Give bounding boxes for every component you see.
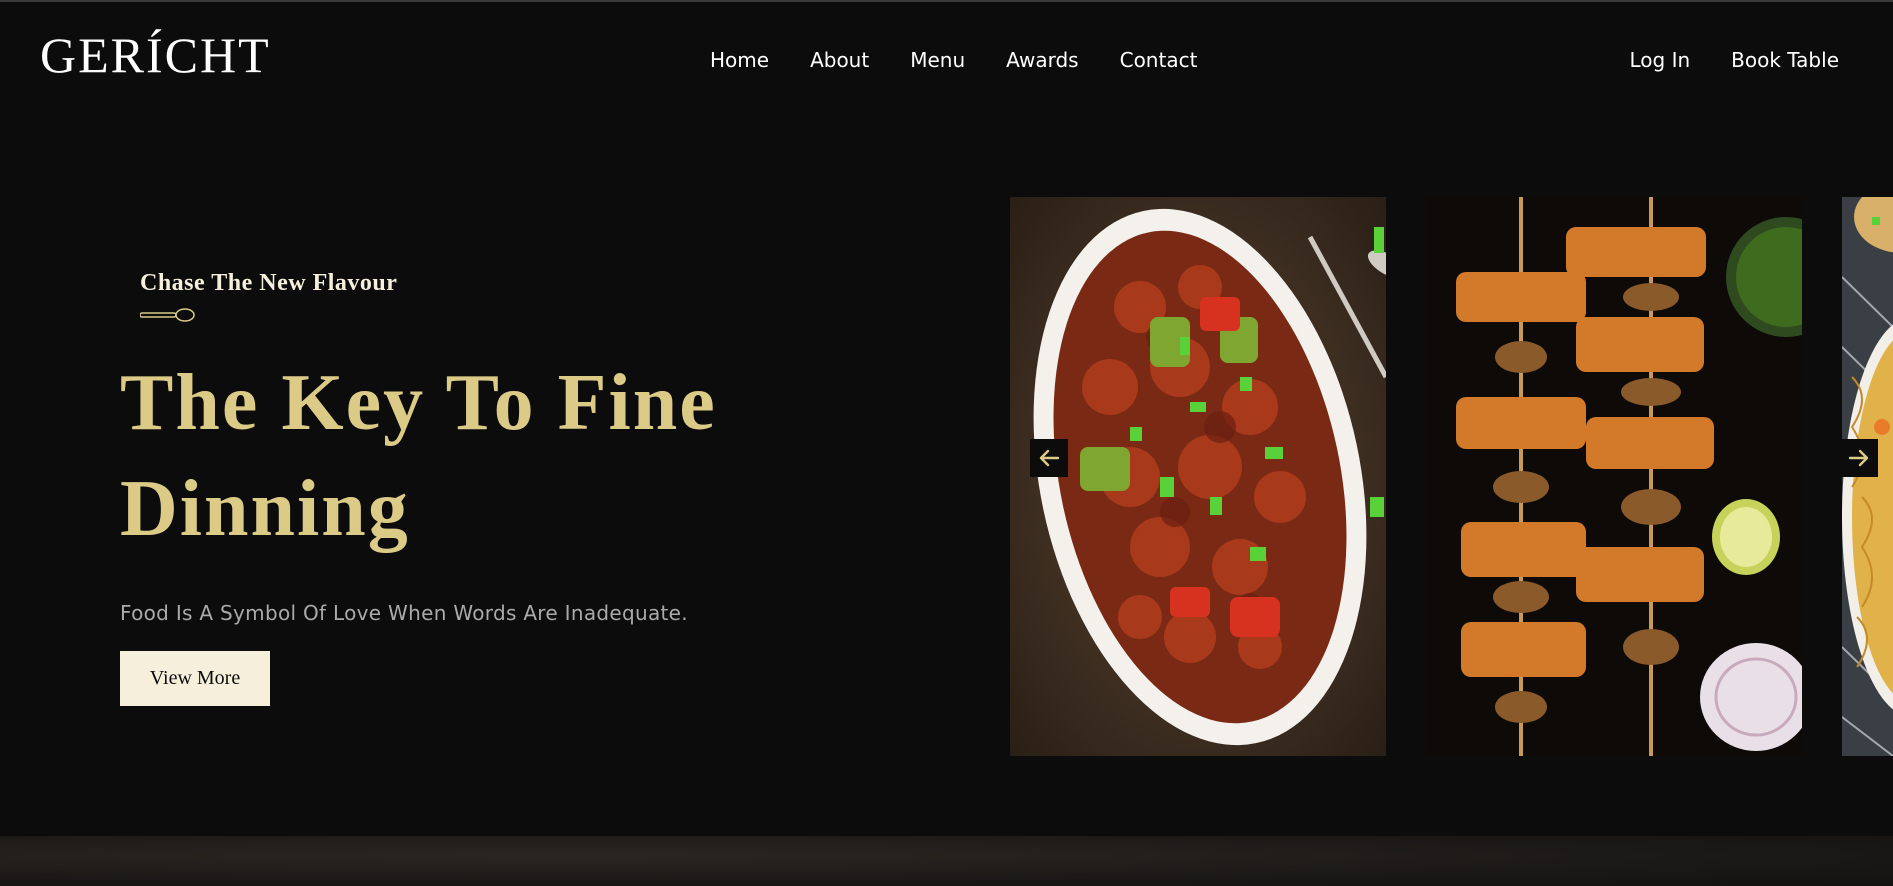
textured-section-background (0, 836, 1893, 886)
hero-heading-line2: Dinning (120, 465, 410, 553)
login-link[interactable]: Log In (1629, 48, 1690, 72)
top-border (0, 0, 1893, 2)
brand-logo[interactable]: GERÍCHT (40, 30, 271, 80)
nav-actions: Log In Book Table (1588, 48, 1839, 72)
hero-subtitle: Chase The New Flavour (140, 270, 398, 296)
book-table-link[interactable]: Book Table (1731, 48, 1839, 72)
hero-heading: The Key To Fine Dinning (120, 350, 840, 562)
nav-link-home[interactable]: Home (710, 48, 769, 72)
nav-link-menu[interactable]: Menu (910, 48, 965, 72)
nav-link-awards[interactable]: Awards (1006, 48, 1078, 72)
nav-link-about[interactable]: About (810, 48, 869, 72)
arrow-right-icon (1848, 449, 1869, 467)
gallery-prev-button[interactable] (1030, 439, 1068, 477)
hero-heading-line1: The Key To Fine (120, 359, 717, 447)
nav-links: Home About Menu Awards Contact (710, 48, 1238, 72)
nav-link-contact[interactable]: Contact (1120, 48, 1198, 72)
gallery-image-paneer-tikka (1426, 197, 1802, 756)
view-more-button[interactable]: View More (120, 651, 270, 706)
arrow-left-icon (1039, 449, 1060, 467)
gallery-next-button[interactable] (1840, 439, 1878, 477)
spoon-icon (140, 308, 195, 322)
hero-tagline: Food Is A Symbol Of Love When Words Are … (120, 601, 688, 625)
image-gallery[interactable] (1010, 197, 1893, 756)
